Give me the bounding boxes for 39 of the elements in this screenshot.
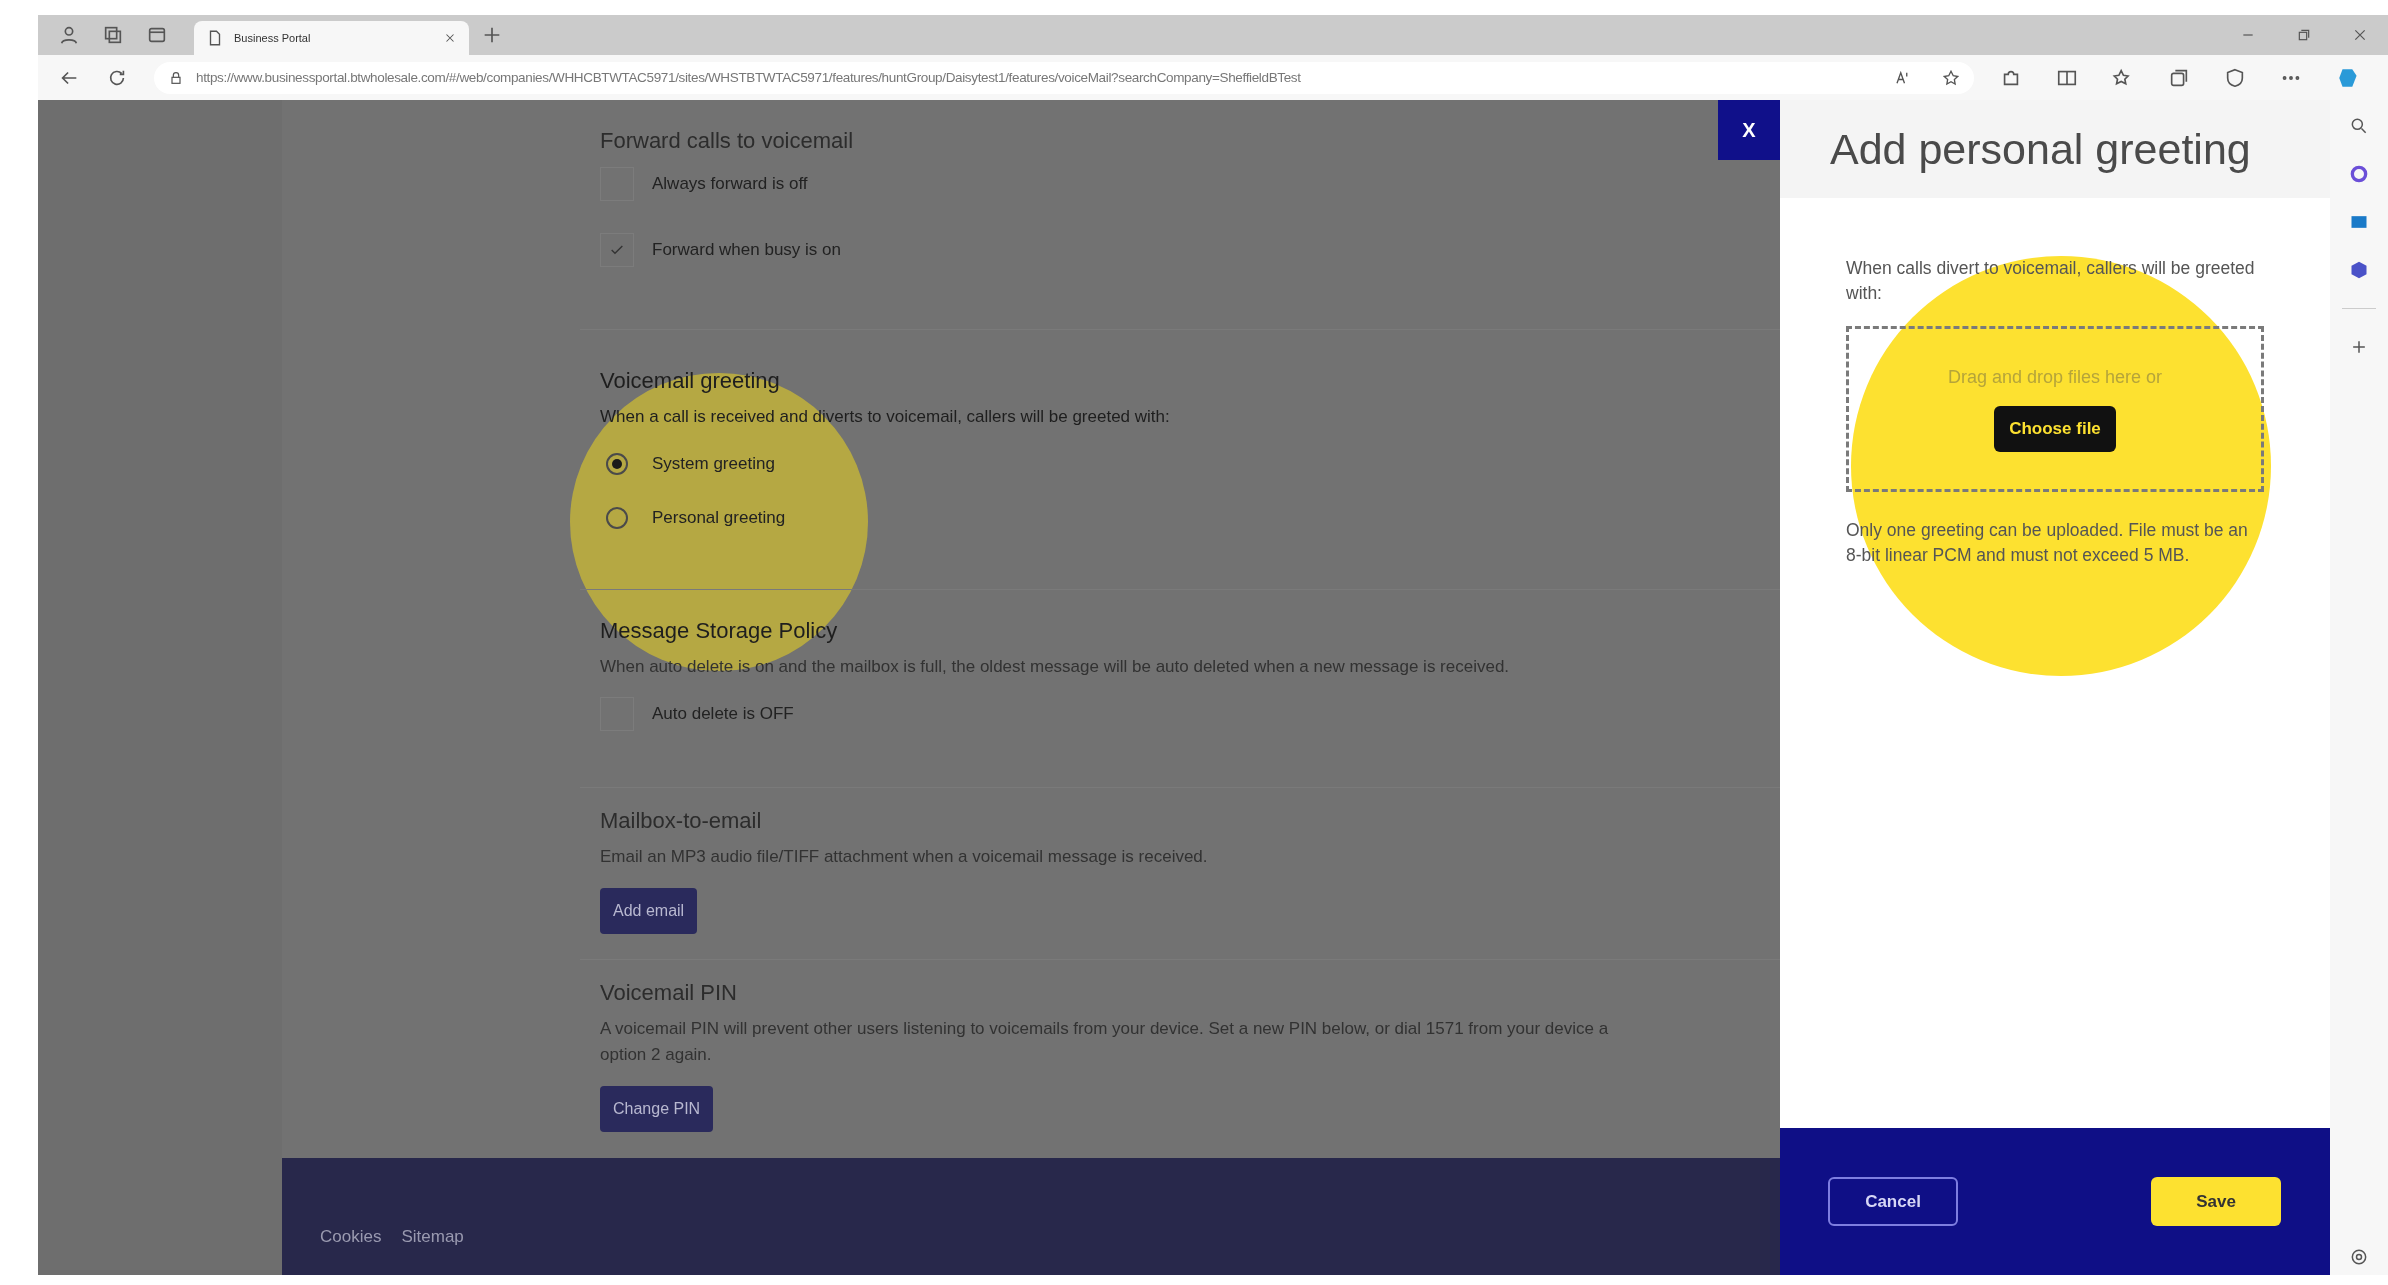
radio-label: Personal greeting <box>652 508 786 528</box>
radio-label: System greeting <box>652 454 775 474</box>
footer-link[interactable]: Cookies <box>320 1226 382 1247</box>
checkbox-label: Auto delete is OFF <box>652 704 794 724</box>
action-button[interactable]: Change PIN <box>600 1086 714 1132</box>
footer-link[interactable]: Sitemap <box>401 1226 464 1247</box>
restore-icon[interactable] <box>2296 27 2312 43</box>
panel-title: Add personal greeting <box>1830 124 2251 174</box>
save-button[interactable]: Save <box>2151 1177 2281 1226</box>
checkbox[interactable] <box>600 233 634 267</box>
address-bar[interactable]: https://www.businessportal.btwholesale.com/#/web/companies/WHHCBTWTAC5971/sites/WHSTBTWTAC5971/features/huntGroup/Daisytest1/features/voiceMail?searchCompany=SheffieldBTest <box>154 61 1974 94</box>
shield-icon[interactable] <box>2224 66 2246 89</box>
checkbox-label: Always forward is off <box>652 174 808 194</box>
profile-icon[interactable] <box>58 24 80 46</box>
section-description: A voicemail PIN will prevent other users listening to voicemails from your device. Set a new PIN below, or dial 1571 from your device a option 2 again. <box>600 1018 1609 1066</box>
file-drop-zone[interactable]: Drag and drop files here or Choose file <box>1846 326 2264 492</box>
action-button[interactable]: Add email <box>600 888 698 934</box>
workspaces-icon[interactable] <box>102 24 124 46</box>
cancel-button[interactable]: Cancel <box>1828 1177 1958 1226</box>
star-icon[interactable] <box>1942 68 1960 87</box>
close-button[interactable]: X <box>1718 100 1780 160</box>
choose-file-button[interactable]: Choose file <box>1994 405 2116 452</box>
radio-button[interactable] <box>606 453 628 475</box>
section-description: Email an MP3 audio file/TIFF attachment when a voicemail message is received. <box>600 846 1208 868</box>
section-description: When auto delete is on and the mailbox is full, the oldest message will be auto deleted when a new message is received. <box>600 656 1510 678</box>
close-icon[interactable] <box>2352 27 2368 43</box>
section-heading: Forward calls to voicemail <box>600 128 854 154</box>
checkbox-label: Forward when busy is on <box>652 240 841 260</box>
section-heading: Mailbox-to-email <box>600 808 762 834</box>
radio-button[interactable] <box>606 507 628 529</box>
drop-prompt: Drag and drop files here or <box>1947 366 2163 388</box>
section-heading: Message Storage Policy <box>600 618 838 644</box>
lock-icon <box>168 69 184 86</box>
circle-icon[interactable] <box>2349 164 2369 184</box>
settings-icon[interactable] <box>2349 1247 2369 1267</box>
browser-tab[interactable]: Business Portal <box>194 21 469 55</box>
hexagon-icon[interactable] <box>2349 260 2369 280</box>
search-icon[interactable] <box>2349 116 2369 136</box>
section-heading: Voicemail PIN <box>600 980 737 1006</box>
